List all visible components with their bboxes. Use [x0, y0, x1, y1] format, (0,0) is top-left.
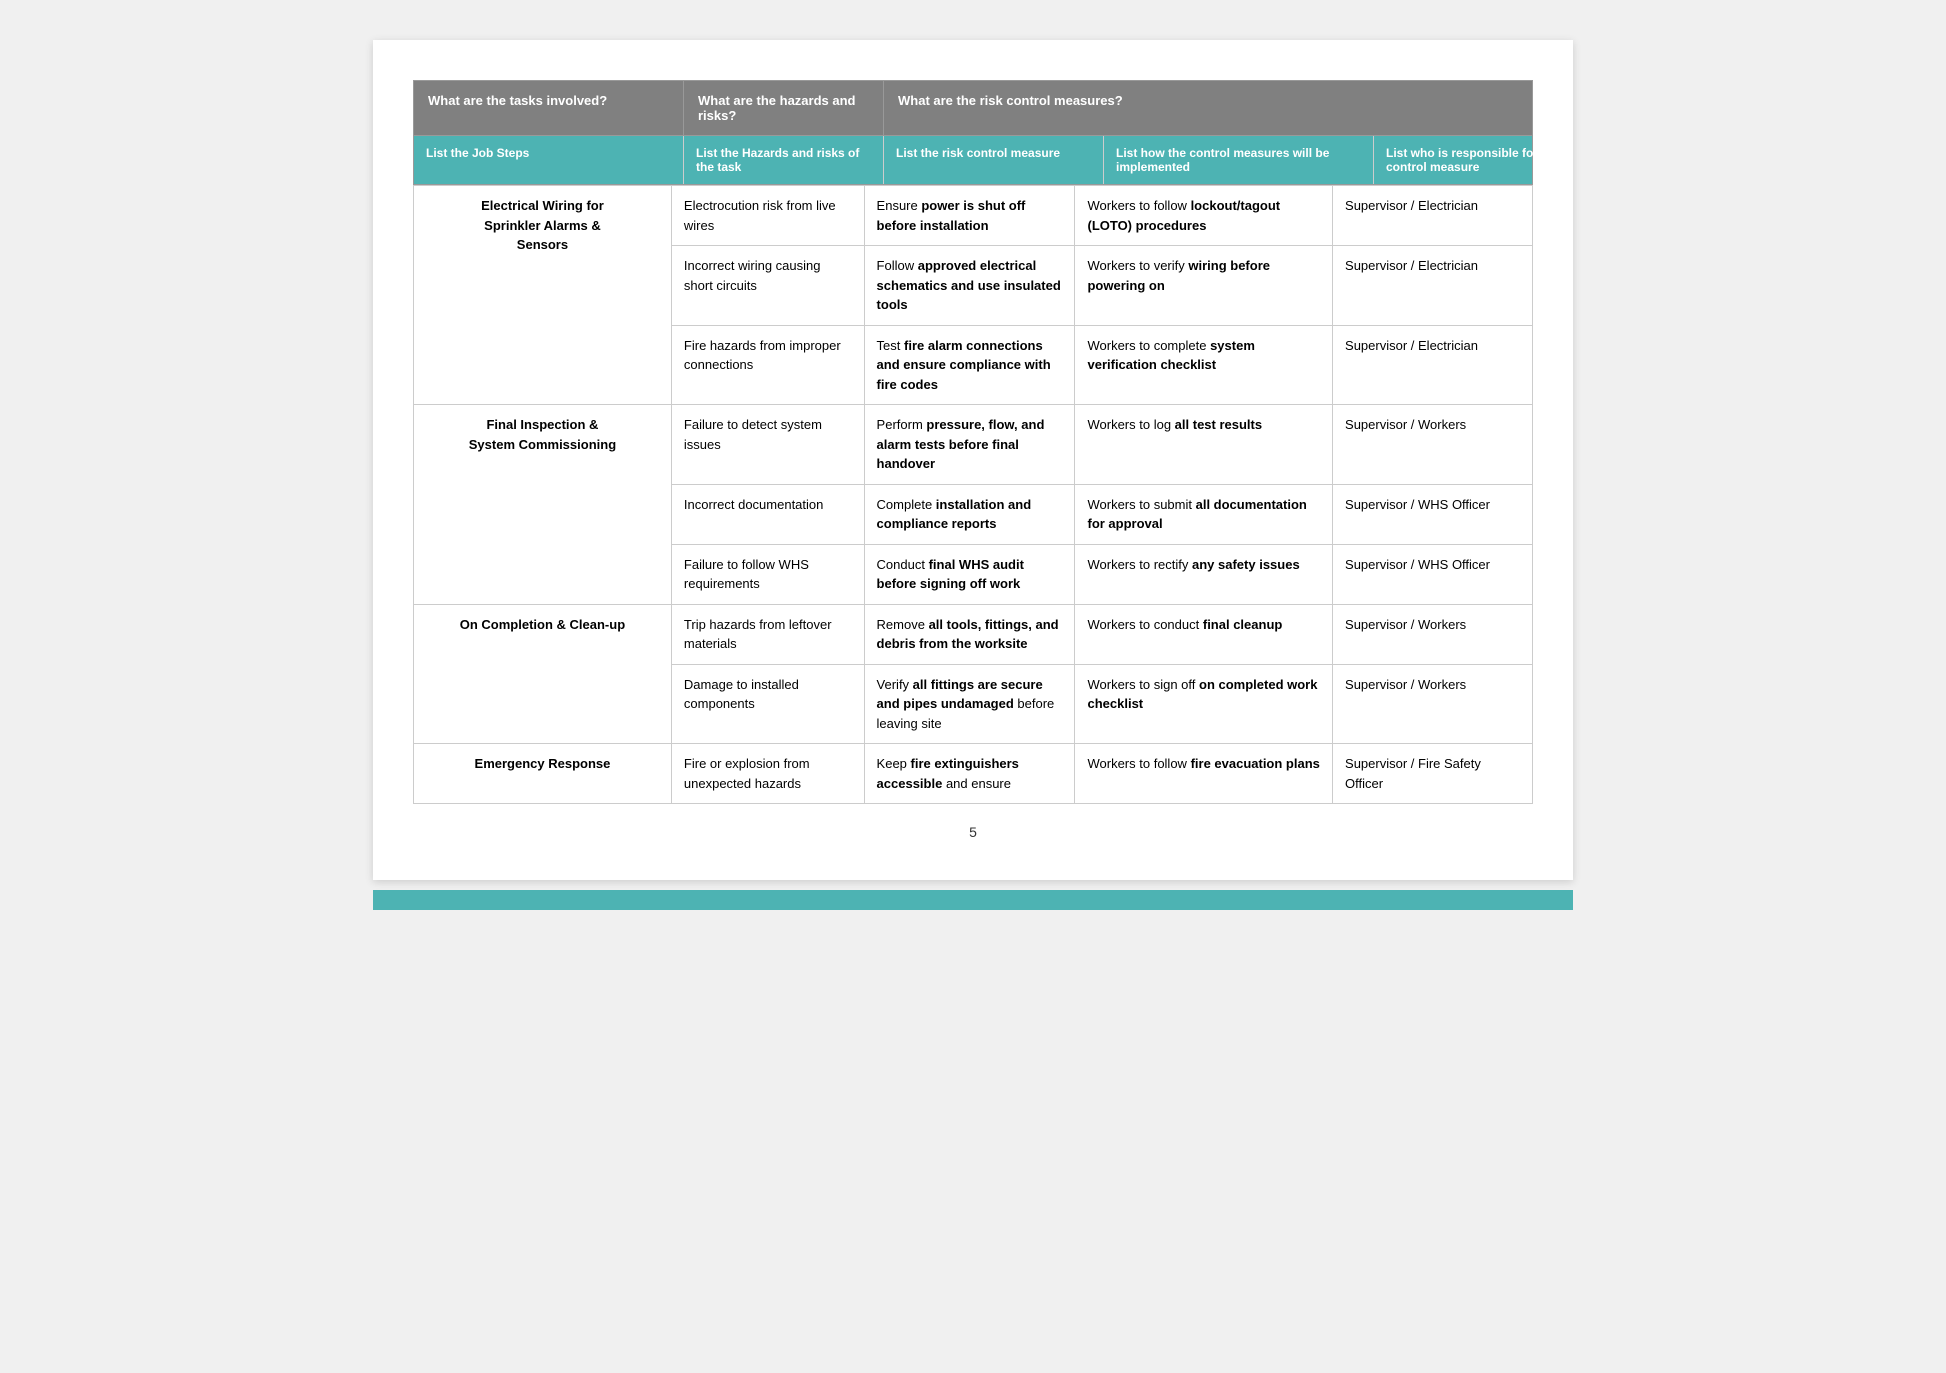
- teal-footer-bar: [373, 890, 1573, 910]
- responsible-4: Supervisor / Workers: [1333, 405, 1533, 485]
- hazard-explosion: Fire or explosion from unexpected hazard…: [671, 744, 864, 804]
- main-header-col3: What are the risk control measures?: [884, 81, 1532, 135]
- control-pressure: Perform pressure, flow, and alarm tests …: [864, 405, 1075, 485]
- responsible-6: Supervisor / WHS Officer: [1333, 544, 1533, 604]
- implement-cleanup: Workers to conduct final cleanup: [1075, 604, 1333, 664]
- implement-loto: Workers to follow lockout/tagout (LOTO) …: [1075, 186, 1333, 246]
- table-row: Electrical Wiring forSprinkler Alarms &S…: [414, 186, 1533, 246]
- page-number: 5: [413, 824, 1533, 840]
- main-header: What are the tasks involved? What are th…: [413, 80, 1533, 136]
- hazard-damage: Damage to installed components: [671, 664, 864, 744]
- responsible-8: Supervisor / Workers: [1333, 664, 1533, 744]
- sub-header-col5: List who is responsible for the control …: [1374, 136, 1584, 184]
- control-audit: Conduct final WHS audit before signing o…: [864, 544, 1075, 604]
- implement-signoff: Workers to sign off on completed work ch…: [1075, 664, 1333, 744]
- hazard-electrocution: Electrocution risk from live wires: [671, 186, 864, 246]
- implement-log: Workers to log all test results: [1075, 405, 1333, 485]
- implement-verification: Workers to complete system verification …: [1075, 325, 1333, 405]
- control-schematics: Follow approved electrical schematics an…: [864, 246, 1075, 326]
- responsible-2: Supervisor / Electrician: [1333, 246, 1533, 326]
- control-fire-alarm: Test fire alarm connections and ensure c…: [864, 325, 1075, 405]
- table-row: On Completion & Clean-up Trip hazards fr…: [414, 604, 1533, 664]
- main-header-col2: What are the hazards and risks?: [684, 81, 884, 135]
- page-container: What are the tasks involved? What are th…: [373, 40, 1573, 880]
- hazard-wiring: Incorrect wiring causing short circuits: [671, 246, 864, 326]
- table-row: Final Inspection &System Commissioning F…: [414, 405, 1533, 485]
- hazard-documentation: Incorrect documentation: [671, 484, 864, 544]
- hazard-detect: Failure to detect system issues: [671, 405, 864, 485]
- hazard-whs: Failure to follow WHS requirements: [671, 544, 864, 604]
- responsible-5: Supervisor / WHS Officer: [1333, 484, 1533, 544]
- sub-header: List the Job Steps List the Hazards and …: [413, 136, 1533, 185]
- responsible-7: Supervisor / Workers: [1333, 604, 1533, 664]
- hazard-fire: Fire hazards from improper connections: [671, 325, 864, 405]
- main-header-col1: What are the tasks involved?: [414, 81, 684, 135]
- implement-verify-wiring: Workers to verify wiring before powering…: [1075, 246, 1333, 326]
- risk-table: Electrical Wiring forSprinkler Alarms &S…: [413, 185, 1533, 804]
- job-step-completion: On Completion & Clean-up: [414, 604, 672, 744]
- responsible-1: Supervisor / Electrician: [1333, 186, 1533, 246]
- sub-header-col2: List the Hazards and risks of the task: [684, 136, 884, 184]
- control-verify-fittings: Verify all fittings are secure and pipes…: [864, 664, 1075, 744]
- job-step-emergency: Emergency Response: [414, 744, 672, 804]
- sub-header-col4: List how the control measures will be im…: [1104, 136, 1374, 184]
- responsible-3: Supervisor / Electrician: [1333, 325, 1533, 405]
- job-step-inspection: Final Inspection &System Commissioning: [414, 405, 672, 605]
- hazard-trip: Trip hazards from leftover materials: [671, 604, 864, 664]
- table-row: Emergency Response Fire or explosion fro…: [414, 744, 1533, 804]
- job-step-electrical: Electrical Wiring forSprinkler Alarms &S…: [414, 186, 672, 405]
- sub-header-col3: List the risk control measure: [884, 136, 1104, 184]
- implement-rectify: Workers to rectify any safety issues: [1075, 544, 1333, 604]
- implement-evacuation: Workers to follow fire evacuation plans: [1075, 744, 1333, 804]
- control-extinguisher: Keep fire extinguishers accessible and e…: [864, 744, 1075, 804]
- control-power: Ensure power is shut off before installa…: [864, 186, 1075, 246]
- control-compliance: Complete installation and compliance rep…: [864, 484, 1075, 544]
- implement-submit: Workers to submit all documentation for …: [1075, 484, 1333, 544]
- control-remove: Remove all tools, fittings, and debris f…: [864, 604, 1075, 664]
- responsible-9: Supervisor / Fire Safety Officer: [1333, 744, 1533, 804]
- sub-header-col1: List the Job Steps: [414, 136, 684, 184]
